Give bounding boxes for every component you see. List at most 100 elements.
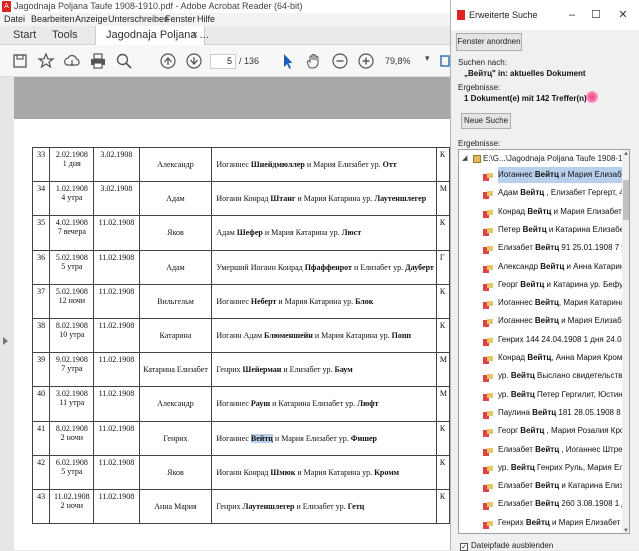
search-result-item[interactable]: Генрих 144 24.04.1908 1 дня 24.04.1 <box>483 332 623 348</box>
birth-date: 5.02.1908 <box>55 252 88 262</box>
results-root-node[interactable]: ◢ E:\G...\Jagodnaja Poljana Taufe 1908-1… <box>459 152 629 166</box>
save-icon[interactable] <box>10 51 30 71</box>
search-result-item[interactable]: Генрих Вейтц и Мария Елизабет ур. <box>483 515 623 531</box>
parents-segment: Иоганнес <box>216 160 251 170</box>
baptism-date: 3.02.1908 <box>93 146 140 183</box>
search-result-item[interactable]: Конрад Вейтц и Мария Елизабет ур. <box>483 204 623 220</box>
zoom-in-icon[interactable] <box>356 51 376 71</box>
search-result-item[interactable]: ур. Вейтц Генрих Руль, Мария Елиза <box>483 460 623 476</box>
menu-bearbeiten[interactable]: Bearbeiten <box>31 13 75 26</box>
parents-segment: Иоганнес <box>216 296 251 306</box>
scroll-down-icon[interactable]: ▼ <box>622 527 629 533</box>
result-context: Петер <box>498 224 523 234</box>
search-result-item[interactable]: Георг Вейтц и Катарина ур. Бефус И <box>483 277 623 293</box>
search-result-item[interactable]: Конрад Вейтц, Анна Мария Кромм 1 <box>483 350 623 366</box>
select-cursor-icon[interactable] <box>278 51 298 71</box>
birth-date: 9.02.1908 <box>55 355 88 365</box>
search-result-item[interactable]: Петер Вейтц и Катарина Елизабет ур <box>483 222 623 238</box>
page-total: / 136 <box>239 56 260 66</box>
menu-fenster[interactable]: Fenster <box>165 13 196 26</box>
birth-time: 7 утра <box>61 364 83 374</box>
record-extra: К <box>435 317 451 354</box>
new-search-button[interactable]: Neue Suche <box>461 113 511 129</box>
tab-close-icon[interactable]: × <box>192 26 198 45</box>
record-row: 39 9.02.1908 7 утра 11.02.1908 Катарина Елиз… <box>31 352 451 388</box>
minimize-icon[interactable]: – <box>563 6 581 24</box>
search-result-item[interactable]: Елизабет Вейтц 91 25.01.1908 7 утра 1 <box>483 240 623 256</box>
search-result-item[interactable]: Александр Вейтц и Анна Катарина ур <box>483 259 623 275</box>
previous-page-icon[interactable] <box>158 51 178 71</box>
record-number: 33 <box>31 146 51 183</box>
menu-unterschreiben[interactable]: Unterschreiben <box>108 13 169 26</box>
expand-left-panel-icon[interactable] <box>3 337 8 345</box>
zoom-out-icon[interactable] <box>330 51 350 71</box>
menu-datei[interactable]: Datei <box>4 13 25 26</box>
result-text: ур. Вейтц Петер Гергилит, Юстина М <box>498 387 623 403</box>
record-number: 40 <box>31 386 51 422</box>
result-match-term: Вейтц <box>527 353 552 362</box>
result-match-term: Вейтц <box>510 462 535 472</box>
pdf-page: 33 2.02.1908 1 дня 3.02.1908 Александр Иоганн… <box>14 119 451 550</box>
upload-cloud-icon[interactable] <box>62 51 82 71</box>
scroll-up-icon[interactable]: ▲ <box>622 150 629 158</box>
print-icon[interactable] <box>88 51 108 71</box>
result-context: 260 3.08.1908 1 дня 4. <box>561 499 623 509</box>
tab-start[interactable]: Start <box>13 26 36 45</box>
search-result-item[interactable]: Иоганнес Вейтц и Мария Елизабет ур. <box>483 313 623 329</box>
scrollbar-thumb[interactable] <box>623 180 629 220</box>
birth-time: 2 ночи <box>60 500 84 510</box>
next-page-icon[interactable] <box>184 51 204 71</box>
parents-segment: Дауберт <box>405 262 434 272</box>
search-result-item[interactable]: Иоганнес Вейтц и Мария Елизабет ур. <box>483 167 623 183</box>
result-match-term: Вейтц <box>534 316 559 326</box>
search-results-tree[interactable]: ◢ E:\G...\Jagodnaja Poljana Taufe 1908-1… <box>458 149 630 534</box>
search-result-item[interactable]: Георг Вейтц , Мария Розалия Кромм <box>483 423 623 439</box>
acrobat-pdf-icon <box>457 10 465 20</box>
result-context: Елизабет <box>498 499 536 509</box>
tab-tools[interactable]: Tools <box>52 26 78 45</box>
tab-document[interactable]: Jagodnaja Poljana ... × <box>95 26 209 45</box>
search-result-item[interactable]: Елизабет Вейтц и Катарина Елизабет <box>483 478 623 494</box>
baptism-records-table: 33 2.02.1908 1 дня 3.02.1908 Александр Иоганн… <box>31 146 451 525</box>
child-name: Адам <box>138 249 213 285</box>
search-result-item[interactable]: Паулина Вейтц 181 28.05.1908 8 вече <box>483 405 623 421</box>
hand-tool-icon[interactable] <box>304 51 324 71</box>
record-birth: 2.02.1908 1 дня <box>49 146 95 183</box>
document-viewer[interactable]: 33 2.02.1908 1 дня 3.02.1908 Александр Иоганн… <box>0 77 451 550</box>
parents-segment: Шнейдмюллер <box>250 160 305 170</box>
maximize-icon[interactable]: ☐ <box>587 6 605 24</box>
zoom-level[interactable]: 79,8% <box>385 54 425 69</box>
result-context: Иоганнес <box>498 298 535 308</box>
result-text: ур. Вейтц Выслано свидетельство 18 <box>498 368 623 384</box>
page-gap-band <box>14 77 450 119</box>
search-icon[interactable] <box>114 51 134 71</box>
record-birth: 9.02.1908 7 утра <box>49 352 95 388</box>
zoom-dropdown-icon[interactable]: ▾ <box>425 53 430 64</box>
birth-time: 12 ночи <box>58 295 86 305</box>
collapse-triangle-icon[interactable]: ◢ <box>462 152 467 166</box>
record-birth: 8.02.1908 2 ночи <box>49 420 95 456</box>
arrange-windows-button[interactable]: Fenster anordnen <box>456 33 522 51</box>
parents: Иоганнес Рауш и Катарина Елизабет ур. Лю… <box>211 386 437 422</box>
parents-segment: Отт <box>382 160 397 170</box>
menu-anzeige[interactable]: Anzeige <box>75 13 108 26</box>
bookmark-star-icon[interactable] <box>36 51 56 71</box>
search-result-item[interactable]: Адам Вейтц , Елизабет Гергерт, 42 6. <box>483 185 623 201</box>
search-result-item[interactable]: ур. Вейтц Выслано свидетельство 18 <box>483 368 623 384</box>
page-number-input[interactable]: 5 <box>210 54 236 69</box>
record-birth: 1.02.1908 4 утра <box>49 181 95 217</box>
search-result-item[interactable]: Иоганнес Вейтц, Мария Катарина Ле <box>483 295 623 311</box>
result-text: Елизабет Вейтц , Иоганнес Штрейх 1 <box>498 442 623 458</box>
page-layout-icon[interactable] <box>440 51 450 71</box>
search-result-item[interactable]: Елизабет Вейтц , Иоганнес Штрейх 1 <box>483 442 623 458</box>
results-scrollbar[interactable]: ▲ ▼ <box>622 150 629 533</box>
parents: Иоганнес Неберт и Мария Катарина ур. Бло… <box>211 283 437 319</box>
result-context: и Катарина ур. Бефус И <box>546 279 624 289</box>
search-result-item[interactable]: ур. Вейтц Петер Гергилит, Юстина М <box>483 387 623 403</box>
parents-segment: и Мария Елизабет ур. <box>272 433 351 443</box>
close-icon[interactable]: ✕ <box>614 6 632 24</box>
result-hit-icon <box>483 427 493 438</box>
menu-hilfe[interactable]: Hilfe <box>197 13 215 26</box>
result-context: и Мария Елизабет ур. <box>553 206 623 216</box>
search-result-item[interactable]: Елизабет Вейтц 260 3.08.1908 1 дня 4. <box>483 496 623 512</box>
